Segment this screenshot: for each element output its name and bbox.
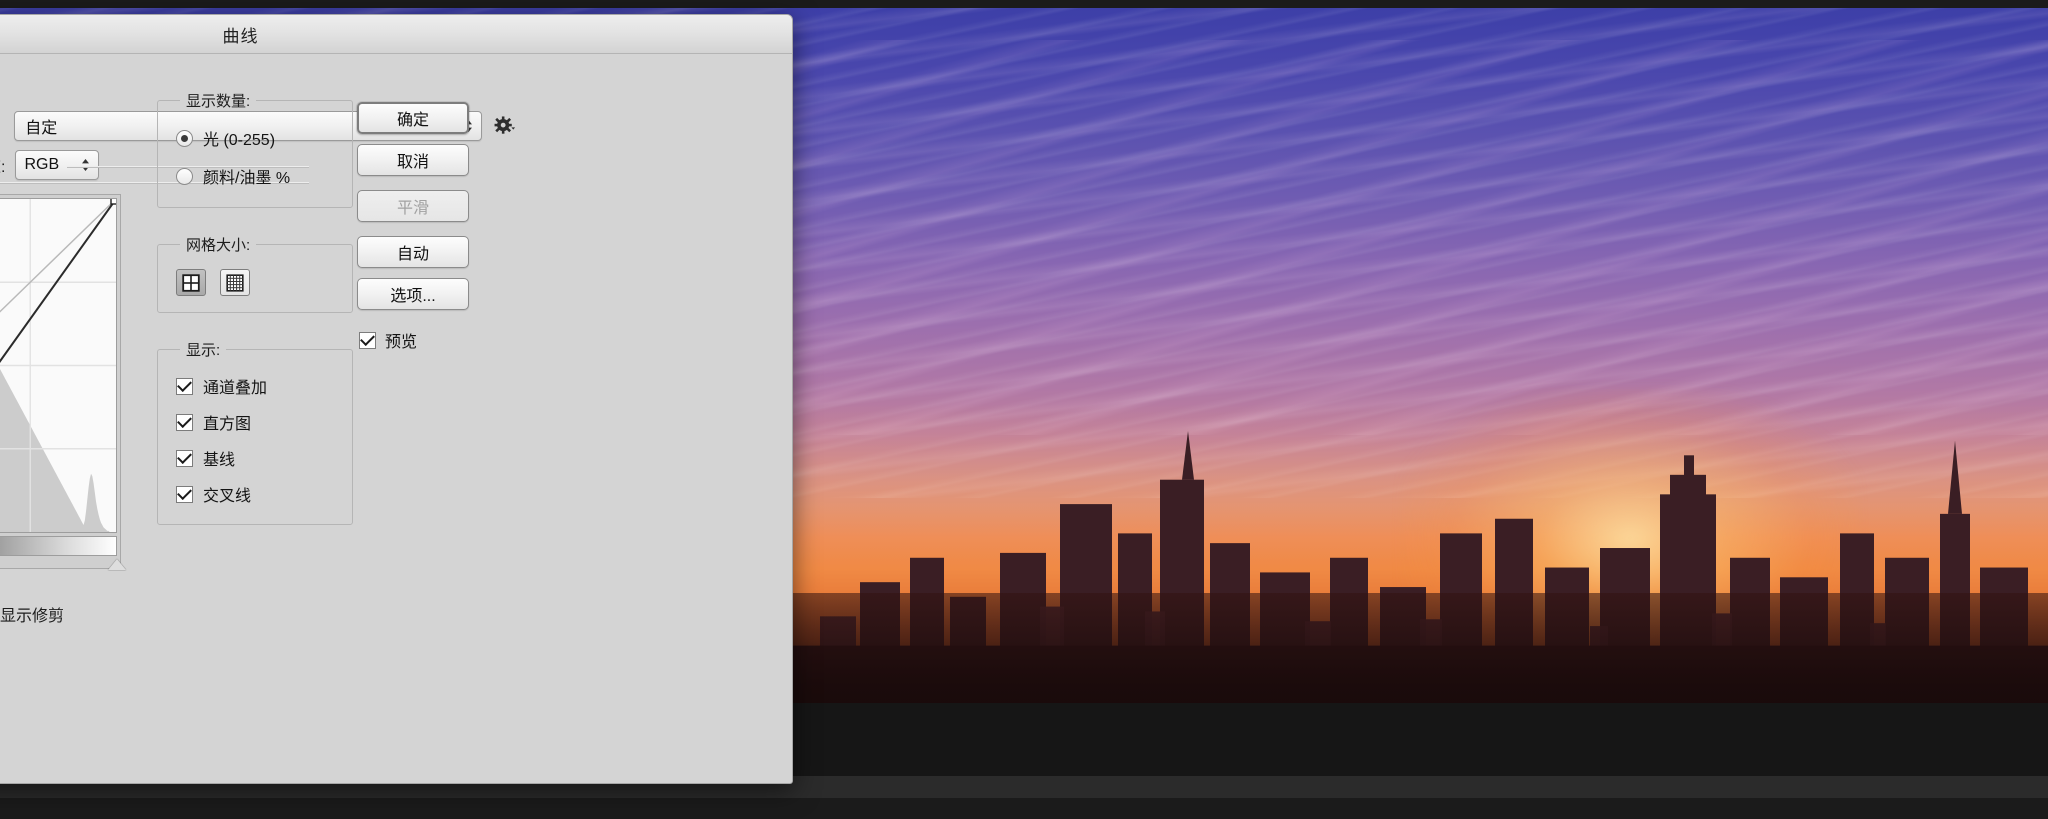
grid-size-group: 网格大小: [157, 234, 353, 313]
preview-label: 预览 [385, 328, 417, 352]
channel-label: 通道: [0, 153, 5, 177]
input-gradient-ramp [0, 536, 117, 556]
cancel-button[interactable]: 取消 [357, 144, 469, 176]
screen: 曲线 预设: 自定 [0, 0, 2048, 819]
stepper-arrows-icon [81, 157, 90, 173]
check-histogram[interactable]: 直方图 [170, 404, 340, 440]
preset-menu-button[interactable] [492, 113, 517, 139]
ok-button[interactable]: 确定 [357, 102, 469, 134]
display-legend: 显示: [180, 339, 226, 360]
check-baseline-box[interactable] [176, 450, 193, 467]
dialog-body: 预设: 自定 [0, 54, 792, 784]
gear-icon [494, 115, 516, 137]
dialog-titlebar[interactable]: 曲线 [0, 15, 792, 54]
channel-select[interactable]: RGB [15, 150, 99, 180]
grid-size-buttons [170, 263, 340, 300]
options-button[interactable]: 选项... [357, 278, 469, 310]
grid-tenth-button[interactable] [220, 269, 250, 296]
show-clipping-label: 显示修剪 [0, 602, 64, 626]
channel-row: 通道: RGB [0, 150, 99, 180]
check-channel-overlay-label: 通道叠加 [203, 374, 267, 398]
display-amount-legend: 显示数量: [180, 90, 256, 111]
preview-row[interactable]: 预览 [359, 328, 469, 352]
display-amount-group: 显示数量: 光 (0-255) 颜料/油墨 % [157, 90, 353, 208]
grid-tenth-icon [226, 274, 244, 292]
radio-pigment-indicator[interactable] [176, 168, 193, 185]
curves-dialog: 曲线 预设: 自定 [0, 14, 793, 784]
grid-size-legend: 网格大小: [180, 234, 256, 255]
ramp-markers [0, 559, 117, 573]
smooth-button: 平滑 [357, 190, 469, 222]
preview-checkbox[interactable] [359, 332, 376, 349]
dialog-buttons: 确定 取消 平滑 自动 选项... 预览 [357, 102, 469, 352]
white-point-marker[interactable] [108, 559, 126, 570]
radio-light-indicator[interactable] [176, 130, 193, 147]
preset-value: 自定 [25, 114, 57, 138]
radio-pigment-ink[interactable]: 颜料/油墨 % [170, 157, 340, 195]
curve-plot-svg [0, 199, 116, 532]
grid-quarter-icon [182, 274, 200, 292]
chevron-updown-icon [81, 157, 90, 173]
preset-label: 预设: [0, 102, 4, 150]
show-clipping-row[interactable]: 显示修剪 [0, 602, 64, 626]
radio-light-label: 光 (0-255) [203, 126, 275, 150]
curve-control-point-white [111, 199, 116, 204]
grid-quarter-button[interactable] [176, 269, 206, 296]
dialog-title: 曲线 [223, 22, 259, 47]
curves-graph[interactable] [0, 194, 121, 569]
curves-options-panel: 显示数量: 光 (0-255) 颜料/油墨 % 网格大小: [157, 90, 353, 551]
check-channel-overlay[interactable]: 通道叠加 [170, 368, 340, 404]
check-intersection-line-label: 交叉线 [203, 482, 251, 506]
check-baseline[interactable]: 基线 [170, 440, 340, 476]
check-histogram-box[interactable] [176, 414, 193, 431]
check-baseline-label: 基线 [203, 446, 235, 470]
check-intersection-line[interactable]: 交叉线 [170, 476, 340, 512]
check-histogram-label: 直方图 [203, 410, 251, 434]
radio-light-0-255[interactable]: 光 (0-255) [170, 119, 340, 157]
channel-value: RGB [24, 156, 59, 174]
check-channel-overlay-box[interactable] [176, 378, 193, 395]
curve-plot-area[interactable] [0, 198, 117, 533]
radio-pigment-label: 颜料/油墨 % [203, 164, 290, 188]
auto-button[interactable]: 自动 [357, 236, 469, 268]
display-group: 显示: 通道叠加 直方图 基线 交叉线 [157, 339, 353, 525]
check-intersection-line-box[interactable] [176, 486, 193, 503]
